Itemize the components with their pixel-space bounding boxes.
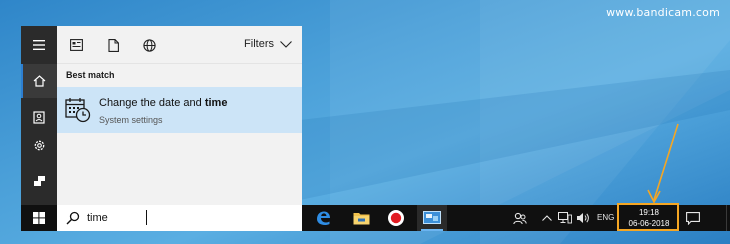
people-icon[interactable] bbox=[513, 211, 527, 225]
document-icon[interactable] bbox=[104, 36, 122, 54]
chevron-down-icon bbox=[280, 40, 292, 48]
windows-logo-icon bbox=[33, 212, 45, 224]
result-subtitle: System settings bbox=[99, 115, 163, 125]
gear-icon[interactable] bbox=[21, 128, 57, 162]
language-indicator[interactable]: ENG bbox=[597, 213, 614, 222]
action-center-icon[interactable] bbox=[678, 205, 708, 231]
windows-start-button[interactable] bbox=[21, 205, 57, 231]
filters-dropdown[interactable]: Filters bbox=[244, 38, 292, 50]
globe-icon[interactable] bbox=[140, 36, 158, 54]
section-label: Best match bbox=[66, 70, 115, 80]
start-rail bbox=[21, 26, 57, 205]
apps-icon[interactable] bbox=[67, 36, 85, 54]
watermark: www.bandicam.com bbox=[606, 6, 720, 19]
taskbar: ENG 19:18 06-06-2018 bbox=[21, 205, 730, 231]
calendar-clock-icon bbox=[65, 98, 91, 123]
record-icon[interactable] bbox=[381, 205, 411, 231]
chevron-up-icon[interactable] bbox=[540, 211, 554, 225]
text-caret bbox=[146, 210, 147, 225]
file-explorer-icon[interactable] bbox=[346, 205, 376, 231]
taskbar-search-box[interactable] bbox=[57, 205, 302, 231]
show-desktop-button[interactable] bbox=[726, 205, 730, 231]
feedback-icon[interactable] bbox=[21, 164, 57, 198]
network-icon[interactable] bbox=[558, 211, 572, 225]
control-panel-icon[interactable] bbox=[417, 205, 447, 231]
search-toolbar: Filters bbox=[57, 26, 302, 64]
taskbar-clock[interactable]: 19:18 06-06-2018 bbox=[620, 205, 678, 231]
search-icon bbox=[66, 211, 80, 225]
clock-date: 06-06-2018 bbox=[628, 219, 670, 228]
edge-icon[interactable] bbox=[308, 205, 338, 231]
start-menu: Filters Best match Change the date and t… bbox=[21, 26, 302, 205]
hamburger-icon[interactable] bbox=[21, 28, 57, 62]
home-icon[interactable] bbox=[21, 64, 57, 98]
search-input[interactable] bbox=[87, 209, 287, 227]
clock-time: 19:18 bbox=[638, 208, 660, 217]
best-match-result[interactable]: Change the date and time System settings bbox=[57, 87, 302, 133]
filters-label: Filters bbox=[244, 38, 274, 50]
search-results-panel: Filters Best match Change the date and t… bbox=[57, 26, 302, 205]
annotation-arrow bbox=[647, 123, 679, 204]
result-title: Change the date and time bbox=[99, 97, 228, 109]
volume-icon[interactable] bbox=[576, 211, 590, 225]
